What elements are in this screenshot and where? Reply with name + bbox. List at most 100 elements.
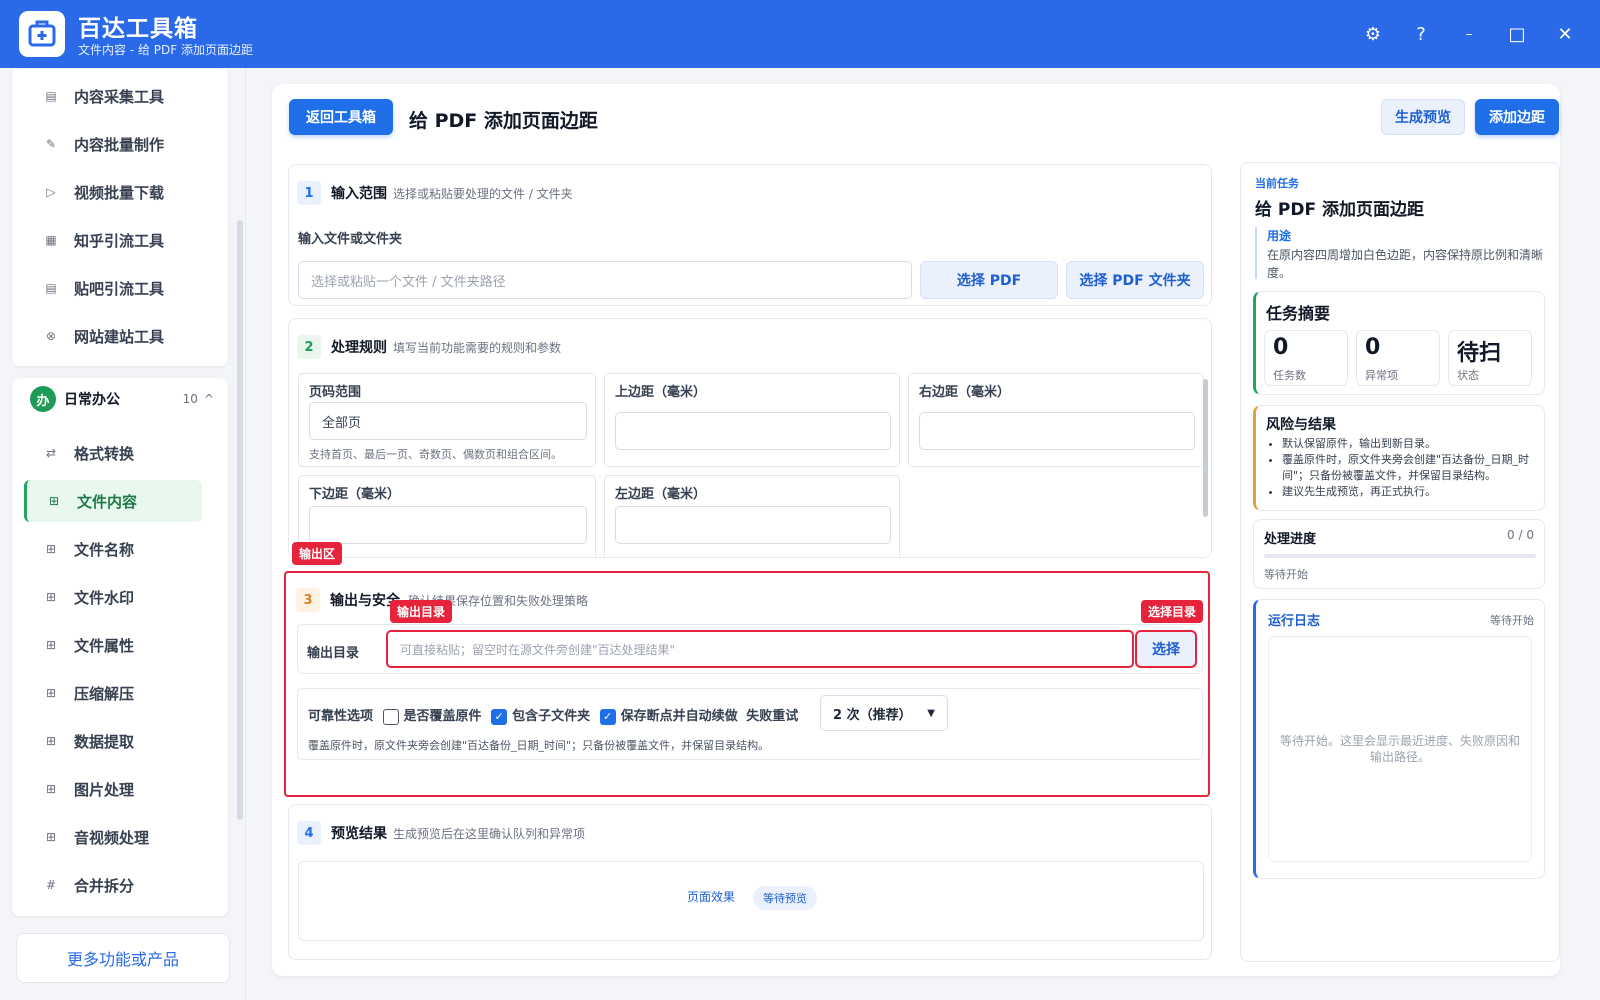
reliability-card: 可靠性选项 是否覆盖原件 ✓ 包含子文件夹 ✓ 保存断点并自动续做 失败重试 2 次… [297,688,1203,760]
input-path-field[interactable]: 选择或粘贴一个文件 / 文件夹路径 [298,261,912,299]
output-dir-annotation: 输出目录 [390,600,453,623]
tieba-icon: ▤ [45,281,57,295]
section-title: 预览结果 [331,826,387,842]
right-margin-card: 右边距（毫米） [908,373,1204,467]
choose-dir-annotation: 选择目录 [1141,600,1204,623]
help-icon[interactable]: ? [1407,20,1435,48]
close-icon[interactable]: ✕ [1551,20,1579,48]
risk-card: 风险与结果 默认保留原件，输出到新目录。 覆盖原件时，原文件夹旁会创建"百达备份… [1253,405,1545,511]
stat-status: 待扫 状态 [1448,330,1532,386]
section-number: 4 [297,821,321,845]
sidebar-item-website[interactable]: ⊗ 网站建站工具 [24,315,202,357]
progress-status: 等待开始 [1264,568,1308,581]
output-zone-annotation: 输出区 [292,542,343,565]
toolbox-logo-icon [19,11,65,57]
section-desc: 选择或粘贴要处理的文件 / 文件夹 [393,187,573,201]
zhihu-icon: ▦ [45,233,57,247]
subfolders-checkbox[interactable]: ✓ [491,708,508,725]
risk-item: 覆盖原件时，原文件夹旁会创建"百达备份_日期_时间"；只备份被覆盖文件，并保留目… [1282,452,1538,484]
output-dir-input[interactable]: 可直接粘贴；留空时在源文件旁创建"百达处理结果" [386,630,1134,668]
office-badge: 办 [30,386,56,412]
usage-text: 在原内容四周增加白色边距，内容保持原比例和清晰度。 [1267,248,1544,280]
grid-icon: ⊞ [45,734,57,748]
sidebar-item-av[interactable]: ⊞ 音视频处理 [24,816,202,858]
sidebar-item-attributes[interactable]: ⊞ 文件属性 [24,624,202,666]
reliability-label: 可靠性选项 [308,709,374,724]
resume-checkbox[interactable]: ✓ [599,708,616,725]
section-output: 3 输出与安全 确认结果保存位置和失败处理策略 输出目录 可直接粘贴；留空时在源… [288,576,1212,792]
choose-pdf-button[interactable]: 选择 PDF [920,261,1058,299]
preview-button[interactable]: 生成预览 [1381,99,1465,135]
top-margin-input[interactable] [615,412,891,450]
retry-select[interactable]: 2 次（推荐） ▼ [820,695,948,731]
sidebar-item-image[interactable]: ⊞ 图片处理 [24,768,202,810]
page-range-hint: 支持首页、最后一页、奇数页、偶数页和组合区间。 [309,448,562,461]
progress-bar [1264,554,1536,558]
sidebar-item-watermark[interactable]: ⊞ 文件水印 [24,576,202,618]
sidebar-item-format[interactable]: ⇄ 格式转换 [24,432,202,474]
progress-title: 处理进度 [1264,532,1317,547]
usage-label: 用途 [1267,229,1292,243]
section-desc: 填写当前功能需要的规则和参数 [393,341,562,355]
section-rules: 2 处理规则 填写当前功能需要的规则和参数 页码范围 全部页 支持首页、最后一页… [288,318,1212,558]
usage-block: 用途 在原内容四周增加白色边距，内容保持原比例和清晰度。 [1255,227,1547,280]
section-preview: 4 预览结果 生成预览后在这里确认队列和异常项 页面效果 等待预览 [288,804,1212,960]
choose-pdf-folder-button[interactable]: 选择 PDF 文件夹 [1066,261,1204,299]
reliability-row: 可靠性选项 是否覆盖原件 ✓ 包含子文件夹 ✓ 保存断点并自动续做 失败重试 [308,705,798,725]
log-title: 运行日志 [1268,614,1321,629]
risk-list: 默认保留原件，输出到新目录。 覆盖原件时，原文件夹旁会创建"百达备份_日期_时间… [1282,436,1538,500]
section-title: 处理规则 [331,340,387,356]
settings-gear-icon[interactable]: ⚙ [1359,20,1387,48]
sidebar-item-batch-create[interactable]: ✎ 内容批量制作 [24,123,202,165]
sidebar-group-office[interactable]: 办 日常办公 10 ^ [18,376,224,422]
page-range-card: 页码范围 全部页 支持首页、最后一页、奇数页、偶数页和组合区间。 [298,373,596,467]
choose-dir-button[interactable]: 选择 [1135,630,1197,668]
right-margin-input[interactable] [919,412,1195,450]
left-margin-input[interactable] [615,506,891,544]
sidebar-item-extract[interactable]: ⊞ 数据提取 [24,720,202,762]
sidebar-item-file-content[interactable]: ⊞ 文件内容 [24,480,202,522]
rules-scrollbar[interactable] [1203,379,1208,517]
sidebar-item-merge[interactable]: # 合并拆分 [24,864,202,906]
output-dir-label: 输出目录 [307,646,360,661]
log-card: 运行日志 等待开始 等待开始。这里会显示最近进度、失败原因和输出路径。 [1253,599,1545,879]
left-margin-card: 左边距（毫米） [604,475,900,557]
page-range-input[interactable]: 全部页 [309,402,587,440]
section-title: 输入范围 [331,186,387,202]
top-margin-card: 上边距（毫米） [604,373,900,467]
bottom-margin-input[interactable] [309,506,587,544]
risk-title: 风险与结果 [1266,417,1336,433]
doc-icon: ▤ [45,89,57,103]
sidebar-item-video-download[interactable]: ▷ 视频批量下载 [24,171,202,213]
log-status: 等待开始 [1490,614,1534,627]
left-margin-label: 左边距（毫米） [615,487,707,502]
task-title: 给 PDF 添加页面边距 [1255,200,1425,220]
hash-icon: # [45,878,57,892]
sidebar-item-compress[interactable]: ⊞ 压缩解压 [24,672,202,714]
bottom-margin-card: 下边距（毫米） [298,475,596,557]
grid-icon: ⊞ [48,494,60,508]
progress-count: 0 / 0 [1507,528,1534,542]
sidebar-item-file-name[interactable]: ⊞ 文件名称 [24,528,202,570]
group-count: 10 [182,392,198,406]
sidebar-item-content-collect[interactable]: ▤ 内容采集工具 [24,75,202,117]
collapse-chevron-icon[interactable]: ^ [204,392,214,406]
grid-icon: ⊞ [45,590,57,604]
task-panel: 当前任务 给 PDF 添加页面边距 用途 在原内容四周增加白色边距，内容保持原比… [1240,162,1560,962]
progress-card: 处理进度 0 / 0 等待开始 [1253,519,1545,589]
section-number: 3 [296,588,320,612]
sidebar-scrollbar[interactable] [237,220,243,820]
grid-icon: ⊞ [45,542,57,556]
page-title: 给 PDF 添加页面边距 [409,110,598,132]
app-subtitle: 文件内容 - 给 PDF 添加页面边距 [78,43,253,57]
stat-error-count: 0 异常项 [1356,330,1440,386]
back-button[interactable]: 返回工具箱 [289,99,393,135]
retry-label: 失败重试 [746,709,799,724]
maximize-icon[interactable]: □ [1503,20,1531,48]
sidebar-item-tieba[interactable]: ▤ 贴吧引流工具 [24,267,202,309]
add-margin-button[interactable]: 添加边距 [1475,99,1559,135]
overwrite-checkbox[interactable] [382,708,399,725]
sidebar-item-zhihu[interactable]: ▦ 知乎引流工具 [24,219,202,261]
more-products-button[interactable]: 更多功能或产品 [16,933,230,983]
minimize-icon[interactable]: – [1455,20,1483,48]
